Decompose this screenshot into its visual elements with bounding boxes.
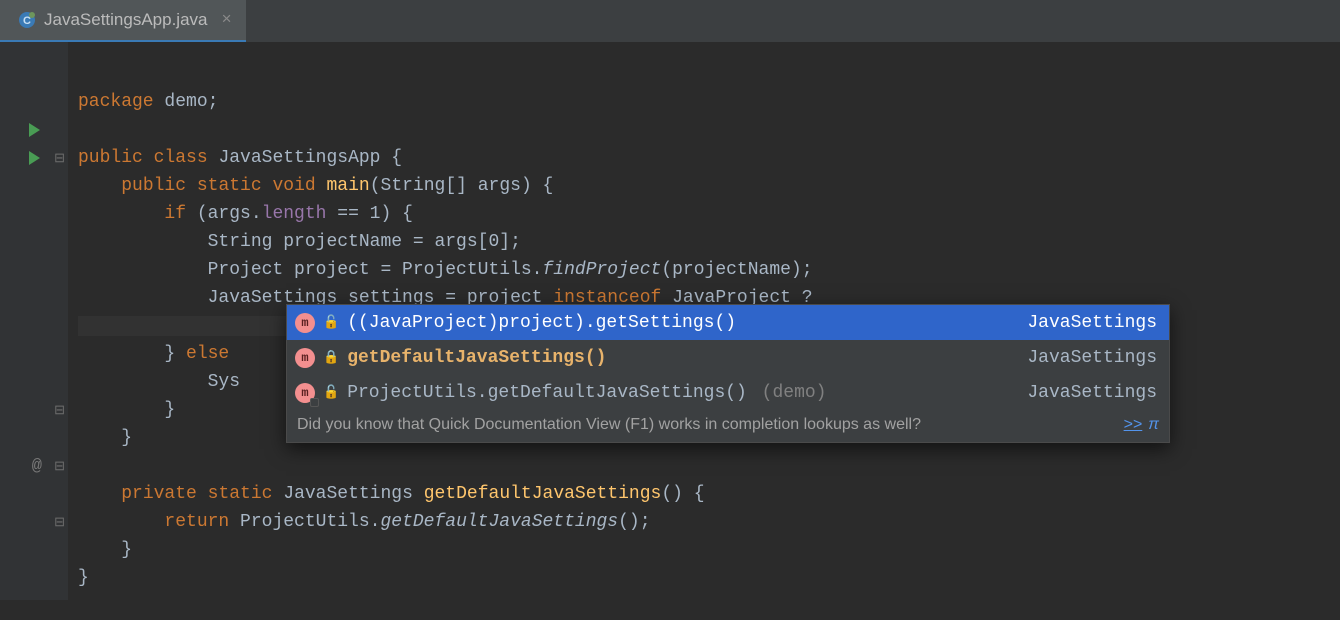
override-icon[interactable]: @ xyxy=(32,457,42,476)
java-class-icon: C xyxy=(18,11,36,29)
fold-icon[interactable]: ⊟ xyxy=(54,151,65,166)
keyword: class xyxy=(154,148,208,168)
keyword: public xyxy=(78,148,143,168)
hint-link[interactable]: >> xyxy=(1124,416,1143,434)
keyword: package xyxy=(78,92,154,112)
pi-icon[interactable]: π xyxy=(1148,416,1159,434)
method-icon: m xyxy=(295,383,315,403)
completion-popup: m 🔓 ((JavaProject)project).getSettings()… xyxy=(286,304,1170,443)
method-name: getDefaultJavaSettings xyxy=(424,484,662,504)
fold-icon[interactable]: ⊟ xyxy=(54,403,65,418)
method-icon: m xyxy=(295,313,315,333)
tab-filename: JavaSettingsApp.java xyxy=(44,10,208,30)
private-icon: 🔒 xyxy=(323,350,339,365)
method-icon: m xyxy=(295,348,315,368)
method-name: main xyxy=(327,176,370,196)
public-icon: 🔓 xyxy=(323,315,339,330)
run-gutter-icon[interactable] xyxy=(29,151,40,165)
public-icon: 🔓 xyxy=(323,385,339,400)
file-tab[interactable]: C JavaSettingsApp.java × xyxy=(0,0,246,42)
completion-item[interactable]: m 🔓 ProjectUtils.getDefaultJavaSettings(… xyxy=(287,375,1169,410)
completion-item[interactable]: m 🔒 getDefaultJavaSettings() JavaSetting… xyxy=(287,340,1169,375)
run-gutter-icon[interactable] xyxy=(29,123,40,137)
fold-icon[interactable]: ⊟ xyxy=(54,459,65,474)
tab-bar: C JavaSettingsApp.java × xyxy=(0,0,1340,42)
close-icon[interactable]: × xyxy=(222,11,232,30)
fold-icon[interactable]: ⊟ xyxy=(54,515,65,530)
completion-hint: Did you know that Quick Documentation Vi… xyxy=(287,410,1169,442)
gutter: ⊟ ⊟ @ ⊟ ⊟ xyxy=(0,42,68,600)
editor[interactable]: ⊟ ⊟ @⊟ ⊟ package demo; public class Java… xyxy=(0,42,1340,600)
completion-item[interactable]: m 🔓 ((JavaProject)project).getSettings()… xyxy=(287,305,1169,340)
